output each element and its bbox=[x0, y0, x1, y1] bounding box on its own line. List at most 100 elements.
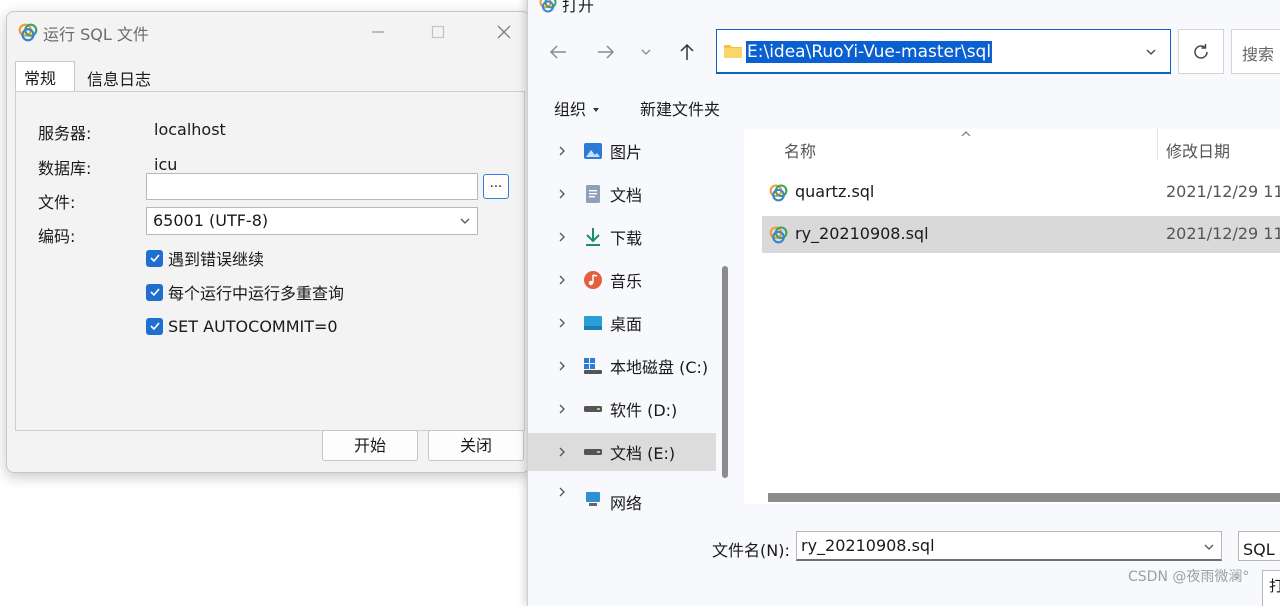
file-path-input[interactable] bbox=[146, 173, 478, 200]
filename-input[interactable]: ry_20210908.sql bbox=[796, 531, 1222, 561]
encoding-select[interactable]: 65001 (UTF-8) bbox=[146, 207, 478, 235]
nav-item-label: 图片 bbox=[610, 143, 643, 162]
title-bar[interactable]: 运行 SQL 文件 bbox=[7, 12, 529, 52]
nav-item-drive-c[interactable]: 本地磁盘 (C:) bbox=[528, 347, 716, 385]
nav-item-label: 桌面 bbox=[610, 315, 643, 334]
chevron-right-icon[interactable] bbox=[550, 188, 574, 200]
option-label: SET AUTOCOMMIT=0 bbox=[168, 316, 338, 336]
file-row[interactable]: ry_20210908.sql 2021/12/29 11 bbox=[762, 216, 1280, 253]
close-window-button[interactable] bbox=[481, 16, 527, 48]
tab-info-log[interactable]: 信息日志 bbox=[79, 63, 159, 91]
start-button[interactable]: 开始 bbox=[322, 430, 418, 461]
encoding-label: 编码: bbox=[38, 227, 76, 246]
file-label: 文件: bbox=[38, 193, 76, 212]
nav-item-label: 网络 bbox=[610, 494, 643, 512]
run-sql-window: 运行 SQL 文件 常规 信息日志 服务器: localhost 数据库: ic… bbox=[6, 11, 530, 473]
chevron-right-icon[interactable] bbox=[550, 446, 574, 458]
maximize-icon bbox=[431, 25, 445, 39]
chevron-right-icon[interactable] bbox=[550, 360, 574, 372]
nav-item-label: 音乐 bbox=[610, 272, 643, 291]
address-path[interactable]: E:\idea\RuoYi-Vue-master\sql bbox=[746, 41, 993, 63]
file-modified-date: 2021/12/29 11 bbox=[1166, 182, 1280, 201]
open-button[interactable]: 打 bbox=[1262, 570, 1280, 606]
filetype-select[interactable]: SQL 文 bbox=[1238, 531, 1280, 561]
music-icon bbox=[582, 269, 604, 291]
watermark: CSDN @夜雨微澜° bbox=[1128, 569, 1250, 585]
navicat-logo-icon bbox=[539, 0, 557, 13]
column-separator[interactable] bbox=[1157, 129, 1158, 161]
nav-item-downloads[interactable]: 下载 bbox=[528, 218, 716, 256]
nav-item-documents[interactable]: 文档 bbox=[528, 175, 716, 213]
nav-item-label: 软件 (D:) bbox=[610, 401, 678, 420]
arrow-right-icon bbox=[598, 45, 615, 59]
column-header-modified[interactable]: 修改日期 bbox=[1166, 138, 1230, 162]
search-input[interactable]: 搜索 bbox=[1231, 29, 1280, 74]
option-label: 每个运行中运行多重查询 bbox=[168, 284, 345, 303]
navicat-sql-file-icon bbox=[769, 184, 788, 202]
documents-icon bbox=[582, 183, 604, 205]
checkbox-checked-icon[interactable] bbox=[146, 283, 163, 301]
general-panel: 服务器: localhost 数据库: icu 文件: ... 编码: 6500… bbox=[15, 91, 525, 431]
chevron-right-icon[interactable] bbox=[550, 403, 574, 415]
network-icon bbox=[582, 488, 604, 510]
chevron-right-icon[interactable] bbox=[550, 274, 574, 286]
nav-item-network[interactable]: 网络 bbox=[528, 482, 716, 512]
new-folder-button[interactable]: 新建文件夹 bbox=[640, 96, 720, 120]
nav-item-drive-e[interactable]: 文档 (E:) bbox=[528, 433, 716, 471]
file-name: quartz.sql bbox=[795, 182, 875, 201]
checkbox-checked-icon[interactable] bbox=[146, 317, 163, 335]
nav-item-label: 本地磁盘 (C:) bbox=[610, 358, 709, 377]
refresh-button[interactable] bbox=[1178, 29, 1224, 74]
nav-item-music[interactable]: 音乐 bbox=[528, 261, 716, 299]
chevron-right-icon[interactable] bbox=[550, 231, 574, 243]
nav-item-label: 文档 bbox=[610, 186, 643, 205]
arrow-left-icon bbox=[549, 45, 566, 59]
horizontal-scrollbar[interactable] bbox=[768, 493, 1280, 502]
chevron-right-icon[interactable] bbox=[550, 486, 574, 498]
browse-button[interactable]: ... bbox=[483, 174, 509, 199]
chevron-down-icon bbox=[460, 218, 470, 224]
back-button[interactable] bbox=[544, 38, 572, 66]
minimize-icon bbox=[372, 31, 384, 33]
window-title: 运行 SQL 文件 bbox=[43, 25, 149, 44]
pictures-icon bbox=[582, 140, 604, 162]
nav-item-pictures[interactable]: 图片 bbox=[528, 132, 716, 170]
database-value: icu bbox=[154, 155, 178, 174]
close-button[interactable]: 关闭 bbox=[428, 430, 524, 461]
tab-general[interactable]: 常规 bbox=[15, 61, 75, 91]
download-icon bbox=[582, 226, 604, 248]
chevron-right-icon[interactable] bbox=[550, 317, 574, 329]
checkbox-checked-icon[interactable] bbox=[146, 249, 163, 267]
close-icon bbox=[497, 25, 511, 39]
chevron-right-icon[interactable] bbox=[550, 145, 574, 157]
option-label: 遇到错误继续 bbox=[168, 250, 265, 269]
file-row[interactable]: quartz.sql 2021/12/29 11 bbox=[762, 174, 1280, 211]
desktop-icon bbox=[582, 312, 604, 334]
sort-ascending-icon bbox=[961, 131, 971, 137]
forward-button[interactable] bbox=[592, 38, 620, 66]
organize-label: 组织 bbox=[554, 100, 587, 119]
nav-scrollbar[interactable] bbox=[722, 266, 728, 478]
organize-menu[interactable]: 组织 bbox=[554, 96, 601, 120]
recent-locations-button[interactable] bbox=[632, 38, 660, 66]
autocommit-option[interactable]: SET AUTOCOMMIT=0 bbox=[146, 315, 338, 337]
chevron-down-icon[interactable] bbox=[1145, 46, 1157, 58]
multiple-queries-option[interactable]: 每个运行中运行多重查询 bbox=[146, 281, 344, 303]
server-value: localhost bbox=[154, 120, 226, 139]
minimize-button[interactable] bbox=[355, 16, 401, 48]
drive-icon bbox=[582, 398, 604, 420]
navicat-logo-icon bbox=[18, 23, 38, 42]
continue-on-error-option[interactable]: 遇到错误继续 bbox=[146, 247, 264, 269]
caret-down-icon bbox=[593, 108, 600, 112]
open-file-dialog: 打开 E:\idea\RuoYi-Vue-master\sql 搜索 组织 新建… bbox=[527, 0, 1280, 606]
maximize-button[interactable] bbox=[415, 16, 461, 48]
chevron-down-icon[interactable] bbox=[1203, 541, 1215, 553]
navicat-sql-file-icon bbox=[769, 226, 788, 244]
column-header-name[interactable]: 名称 bbox=[784, 138, 816, 162]
file-modified-date: 2021/12/29 11 bbox=[1166, 224, 1280, 243]
filename-label: 文件名(N): bbox=[712, 541, 790, 560]
address-bar[interactable]: E:\idea\RuoYi-Vue-master\sql bbox=[716, 29, 1171, 74]
nav-item-desktop[interactable]: 桌面 bbox=[528, 304, 716, 342]
nav-item-drive-d[interactable]: 软件 (D:) bbox=[528, 390, 716, 428]
up-button[interactable] bbox=[673, 38, 701, 66]
